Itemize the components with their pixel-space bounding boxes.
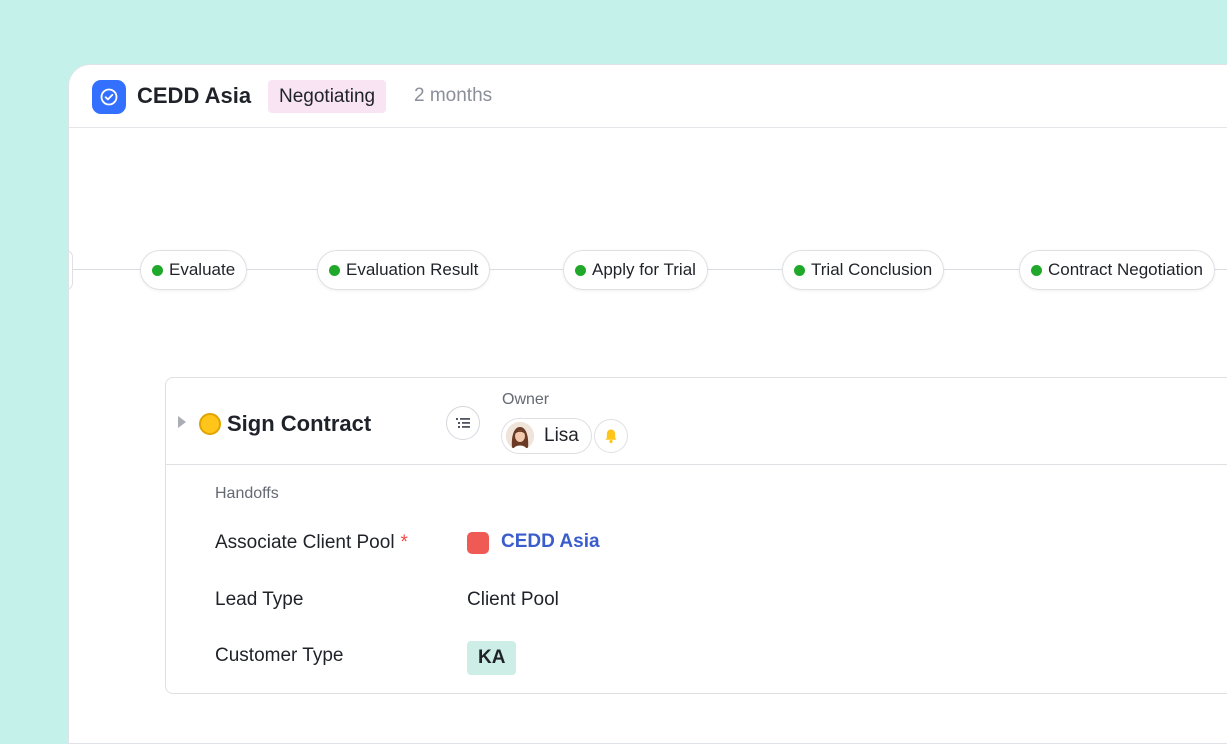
client-pool-color-swatch xyxy=(467,532,489,554)
stage-status-dot xyxy=(152,264,163,276)
client-pool-link[interactable]: CEDD Asia xyxy=(501,531,600,553)
stage-badge: Negotiating xyxy=(268,80,387,113)
stage-label: Contract Negotiation xyxy=(1048,260,1203,279)
stage-status-dot xyxy=(575,264,586,276)
handoffs-section-title: Handoffs xyxy=(215,485,279,502)
stage-status-dot xyxy=(1031,264,1042,276)
field-label-text: Associate Client Pool xyxy=(215,532,395,553)
reminder-button[interactable] xyxy=(594,419,628,453)
task-status-dot xyxy=(199,413,221,435)
stage-contract-negotiation[interactable]: Contract Negotiation xyxy=(1019,250,1215,290)
customer-type-tag: KA xyxy=(467,641,517,675)
stage-evaluation-result[interactable]: Evaluation Result xyxy=(317,250,491,290)
stage-label: Apply for Trial xyxy=(592,260,696,279)
lead-type-label: Lead Type xyxy=(215,589,304,610)
stage-label: Trial Conclusion xyxy=(811,260,933,279)
task-title: Sign Contract xyxy=(227,411,372,436)
opportunity-window: CEDD Asia Negotiating 2 months Evaluate … xyxy=(68,64,1227,744)
list-icon xyxy=(456,418,470,428)
bell-icon xyxy=(605,429,617,444)
stage-status-dot xyxy=(794,264,805,276)
stage-status-dot xyxy=(329,264,340,276)
owner-label: Owner xyxy=(502,391,550,408)
stage-trial-conclusion[interactable]: Trial Conclusion xyxy=(782,250,945,290)
stage-evaluate[interactable]: Evaluate xyxy=(140,250,248,290)
subtask-list-button[interactable] xyxy=(446,406,480,440)
stage-duration: 2 months xyxy=(414,85,493,106)
owner-chip[interactable]: Lisa xyxy=(501,418,592,454)
record-title: CEDD Asia xyxy=(137,83,252,108)
task-card-header: Sign Contract Owner Lisa xyxy=(166,378,1227,465)
stage-label: Evaluation Result xyxy=(346,260,479,279)
required-marker: * xyxy=(400,532,408,553)
lead-type-value: Client Pool xyxy=(467,589,559,610)
stage-label: Evaluate xyxy=(169,260,236,279)
task-card: Sign Contract Owner Lisa Handoffs Associ… xyxy=(165,377,1227,694)
record-header: CEDD Asia Negotiating 2 months xyxy=(69,65,1227,128)
stage-pill-previous[interactable] xyxy=(69,250,73,290)
owner-name: Lisa xyxy=(544,425,579,446)
stage-apply-for-trial[interactable]: Apply for Trial xyxy=(563,250,708,290)
avatar xyxy=(506,422,534,450)
expand-caret-icon[interactable] xyxy=(178,416,186,428)
customer-type-label: Customer Type xyxy=(215,645,344,666)
check-circle-icon[interactable] xyxy=(92,80,126,114)
associate-client-pool-label: Associate Client Pool * xyxy=(215,532,408,554)
